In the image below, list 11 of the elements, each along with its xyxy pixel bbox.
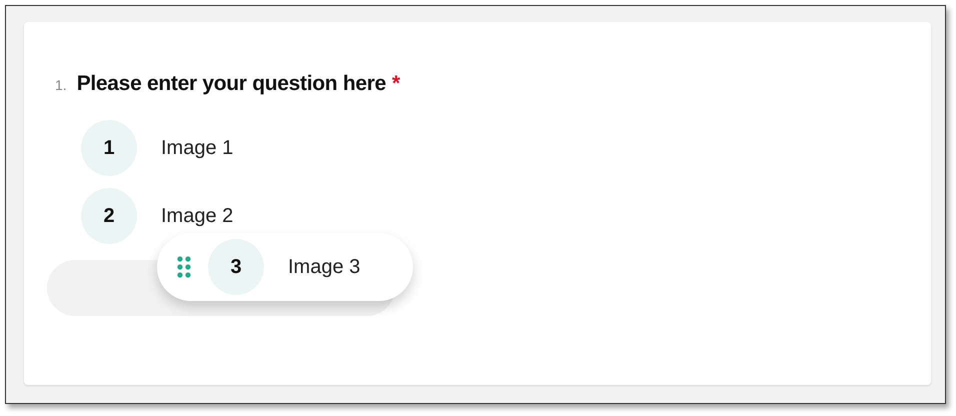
question-text: Please enter your question here (76, 72, 386, 96)
required-mark: * (392, 72, 400, 96)
option-label: Image 1 (161, 136, 234, 160)
dragged-option[interactable]: 3 Image 3 (157, 233, 413, 301)
option-label: Image 2 (161, 204, 234, 228)
option-number: 2 (81, 188, 137, 244)
option-number: 3 (208, 239, 264, 295)
option-number: 1 (81, 120, 137, 176)
option-label: Image 3 (288, 256, 360, 278)
drag-handle-icon[interactable] (177, 255, 191, 279)
question-number: 1. (55, 77, 67, 93)
